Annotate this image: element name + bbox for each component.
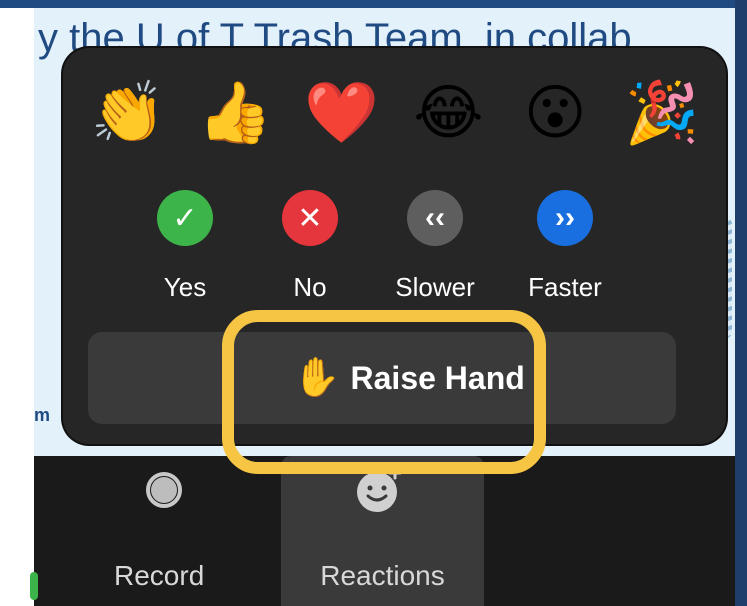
faster-button[interactable]: ›› Faster bbox=[505, 190, 625, 303]
x-icon: ✕ bbox=[282, 190, 338, 246]
reactions-icon bbox=[357, 466, 402, 512]
left-margin bbox=[0, 0, 34, 606]
nonverbal-feedback-row: ✓ Yes ✕ No ‹‹ Slower ›› Faster bbox=[125, 190, 625, 320]
record-button[interactable]: Record bbox=[98, 456, 238, 606]
raise-hand-bar: ✋ Raise Hand bbox=[88, 332, 676, 424]
reactions-label: Reactions bbox=[320, 560, 445, 591]
check-icon: ✓ bbox=[157, 190, 213, 246]
party-popper-emoji-icon[interactable]: 🎉 bbox=[619, 70, 705, 156]
thumbs-up-emoji-icon[interactable]: 👍 bbox=[192, 70, 278, 156]
reactions-popup: 👏 👍 ❤️ 😂 😮 🎉 ✓ Yes ✕ No ‹‹ Slower ›› Fas… bbox=[63, 48, 726, 444]
open-mouth-emoji-icon[interactable]: 😮 bbox=[512, 70, 598, 156]
joy-emoji-icon[interactable]: 😂 bbox=[405, 70, 491, 156]
raise-hand-label: Raise Hand bbox=[350, 359, 525, 396]
status-indicator bbox=[30, 572, 38, 600]
top-border bbox=[0, 0, 747, 8]
meeting-toolbar: Record Reactions bbox=[30, 456, 735, 606]
faster-label: Faster bbox=[528, 272, 602, 302]
yes-label: Yes bbox=[163, 272, 207, 302]
raise-hand-button[interactable]: ✋ Raise Hand bbox=[273, 332, 545, 424]
no-button[interactable]: ✕ No bbox=[250, 190, 370, 303]
slower-label: Slower bbox=[395, 272, 475, 302]
record-label: Record bbox=[114, 560, 205, 591]
clap-emoji-icon[interactable]: 👏 bbox=[85, 70, 171, 156]
rewind-icon: ‹‹ bbox=[407, 190, 463, 246]
slower-button[interactable]: ‹‹ Slower bbox=[375, 190, 495, 303]
right-border bbox=[735, 0, 747, 606]
reactions-button[interactable]: Reactions bbox=[281, 456, 484, 606]
heart-emoji-icon[interactable]: ❤️ bbox=[299, 70, 385, 156]
slide-text-fragment: m bbox=[34, 405, 51, 425]
record-icon bbox=[146, 472, 182, 508]
raised-hand-icon: ✋ bbox=[293, 357, 341, 399]
yes-button[interactable]: ✓ Yes bbox=[125, 190, 245, 303]
no-label: No bbox=[293, 272, 327, 302]
fast-forward-icon: ›› bbox=[537, 190, 593, 246]
emoji-reactions-row: 👏 👍 ❤️ 😂 😮 🎉 bbox=[85, 70, 705, 156]
